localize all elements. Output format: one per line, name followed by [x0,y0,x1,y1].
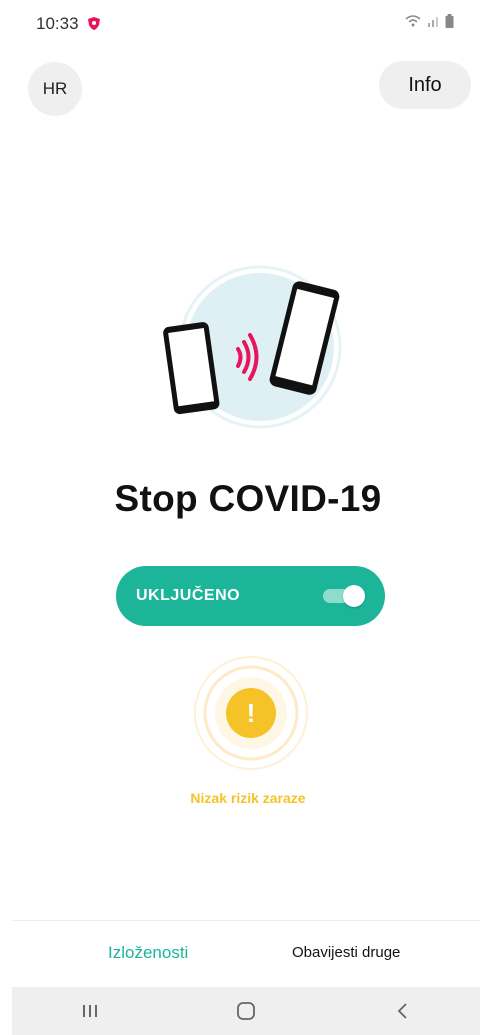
info-button[interactable]: Info [379,61,471,109]
home-icon [237,1002,255,1020]
app-title: Stop COVID-19 [114,478,382,519]
info-label: Info [408,73,442,96]
back-icon [397,1003,407,1019]
signal-icon [428,17,438,27]
back-button[interactable] [382,996,422,1026]
switch-thumb [343,585,365,607]
risk-indicator: ! [194,656,308,770]
recents-button[interactable] [70,996,110,1026]
tracing-toggle[interactable]: UKLJUČENO [116,566,385,626]
language-label: HR [42,79,68,98]
status-bar: 10:33 [0,0,480,50]
tab-divider [12,920,480,921]
home-button[interactable] [226,996,266,1026]
tab-exposures[interactable]: Izloženosti [108,943,188,963]
battery-icon [445,14,454,28]
phones-illustration [163,265,342,429]
system-nav-bar [12,987,480,1035]
tab-notify-others[interactable]: Obavijesti druge [292,944,400,961]
status-time: 10:33 [36,14,79,33]
wifi-icon [405,15,421,27]
language-button[interactable]: HR [28,62,82,116]
status-icons [405,14,454,28]
recents-icon [83,1005,97,1017]
risk-symbol: ! [247,698,256,728]
risk-label: Nizak rizik zaraze [190,790,306,806]
toggle-label: UKLJUČENO [136,587,241,604]
app-shield-icon [88,17,100,30]
toggle-switch[interactable] [323,585,365,607]
